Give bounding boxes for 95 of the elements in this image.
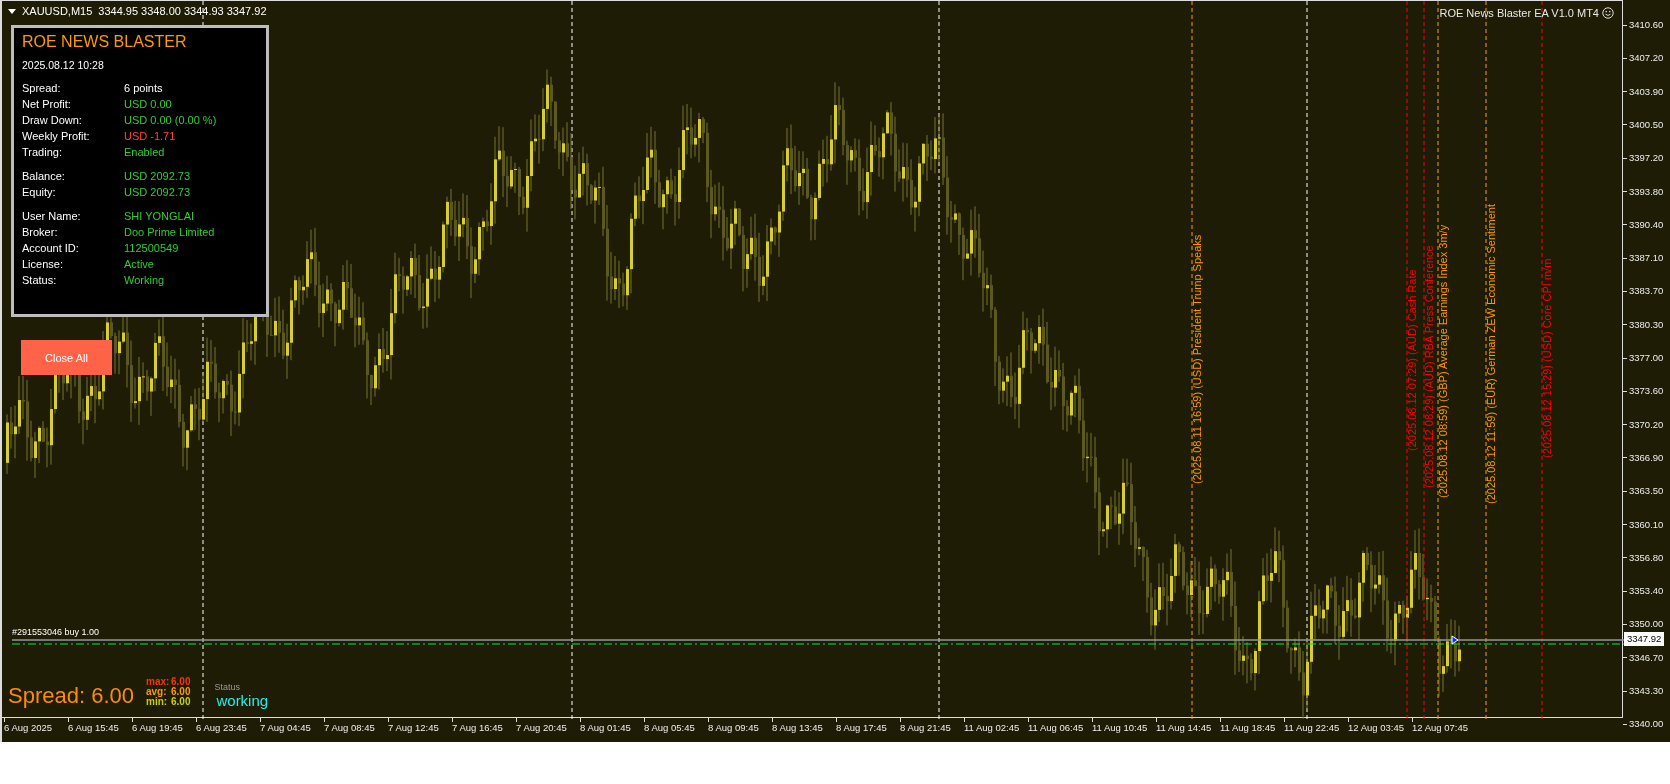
time-axis-label: 6 Aug 15:45 bbox=[68, 722, 120, 734]
price-axis-label: 3377.00 bbox=[1629, 351, 1664, 365]
info-label: Account ID: bbox=[22, 241, 80, 256]
arrow-icon bbox=[1451, 635, 1459, 645]
price-axis-label: 3380.30 bbox=[1629, 317, 1664, 332]
time-axis-label: 7 Aug 16:45 bbox=[452, 722, 504, 734]
time-axis-label: 12 Aug 03:45 bbox=[1348, 722, 1405, 734]
price-axis-label: 3387.10 bbox=[1629, 251, 1664, 266]
price-axis-label: 3373.60 bbox=[1629, 384, 1664, 399]
time-axis-label: 11 Aug 02:45 bbox=[964, 722, 1021, 734]
time-axis-label: 12 Aug 07:45 bbox=[1412, 722, 1469, 734]
news-event-label: (2025.08.12 15:29) (USD) Core CPI m/m bbox=[1541, 258, 1553, 458]
time-axis-label: 6 Aug 23:45 bbox=[196, 722, 248, 734]
time-axis-label: 8 Aug 17:45 bbox=[836, 722, 888, 734]
stat-label: min: bbox=[146, 697, 168, 707]
info-label: Spread: bbox=[22, 81, 62, 96]
time-axis-label: 11 Aug 22:45 bbox=[1284, 722, 1341, 734]
info-label: Broker: bbox=[22, 225, 59, 240]
order-label: #291553046 buy 1.00 bbox=[12, 627, 100, 637]
time-axis-label: 11 Aug 06:45 bbox=[1028, 722, 1085, 734]
smiley-icon[interactable] bbox=[1602, 7, 1614, 19]
status-value: working bbox=[216, 692, 269, 709]
price-axis-label: 3403.90 bbox=[1629, 84, 1664, 99]
time-axis-label: 6 Aug 2025 bbox=[4, 722, 54, 734]
time-axis-label: 8 Aug 05:45 bbox=[644, 722, 696, 734]
spread-reading: Spread: 6.00 bbox=[8, 683, 134, 709]
time-axis-label: 8 Aug 09:45 bbox=[708, 722, 760, 734]
info-value: 112500549 bbox=[124, 241, 179, 256]
info-label: Balance: bbox=[22, 169, 66, 184]
price-axis-label: 3370.20 bbox=[1629, 417, 1664, 432]
stat-label: max: bbox=[146, 677, 168, 687]
info-value: Doo Prime Limited bbox=[124, 225, 215, 240]
news-event-label: (2025.08.12 08:59) (GBP) Average Earnings Index 3m/y bbox=[1437, 224, 1449, 498]
price-axis-label: 3397.20 bbox=[1629, 151, 1664, 166]
info-label: Net Profit: bbox=[22, 97, 72, 112]
price-axis-label: 3410.60 bbox=[1629, 18, 1664, 32]
info-label: Status: bbox=[22, 273, 58, 288]
time-axis-label: 8 Aug 21:45 bbox=[900, 722, 952, 734]
info-value: Enabled bbox=[124, 145, 165, 160]
ea-name: ROE News Blaster EA V1.0 MT4 bbox=[1439, 7, 1599, 19]
info-value: USD 2092.73 bbox=[124, 185, 191, 200]
time-axis-label: 6 Aug 19:45 bbox=[132, 722, 184, 734]
price-axis-label: 3356.80 bbox=[1629, 550, 1664, 565]
info-label: Weekly Profit: bbox=[22, 129, 91, 144]
price-axis-label: 3340.00 bbox=[1629, 717, 1664, 732]
info-value: Working bbox=[124, 273, 165, 288]
news-event-label: (2025.08.12 07:29) (AUD) Cash Rate bbox=[1406, 269, 1418, 451]
stat-value: 6.00 bbox=[171, 687, 191, 697]
info-label: Equity: bbox=[22, 185, 57, 200]
time-axis-label: 8 Aug 13:45 bbox=[772, 722, 824, 734]
price-axis-label: 3400.50 bbox=[1629, 117, 1664, 132]
status-label: Status bbox=[214, 682, 241, 692]
info-value: USD 2092.73 bbox=[124, 169, 191, 184]
info-value: SHI YONGLAI bbox=[124, 209, 195, 224]
price-axis-label: 3366.90 bbox=[1629, 450, 1664, 465]
time-axis-label: 7 Aug 12:45 bbox=[388, 722, 440, 734]
price-axis-label: 3383.70 bbox=[1629, 284, 1664, 299]
news-event-label: (2025.08.11 16:59) (USD) President Trump Speaks bbox=[1191, 234, 1203, 484]
info-label: Draw Down: bbox=[22, 113, 83, 128]
symbol-label: XAUUSD,M15 bbox=[22, 5, 93, 17]
info-value: USD -1.71 bbox=[124, 129, 176, 144]
info-label: License: bbox=[22, 257, 64, 272]
time-axis-label: 7 Aug 08:45 bbox=[324, 722, 376, 734]
dropdown-icon[interactable] bbox=[8, 8, 16, 14]
panel-datetime: 2025.08.12 10:28 bbox=[22, 59, 105, 71]
time-axis-label: 7 Aug 20:45 bbox=[516, 722, 568, 734]
news-event-label: (2025.08.12 08:29) (AUD) RBA Press Conference bbox=[1423, 245, 1435, 488]
info-value: Active bbox=[124, 257, 154, 272]
close-all-button[interactable]: Close All bbox=[21, 340, 112, 375]
info-label: Trading: bbox=[22, 145, 63, 160]
time-axis-label: 7 Aug 04:45 bbox=[260, 722, 312, 734]
time-axis-label: 11 Aug 18:45 bbox=[1220, 722, 1277, 734]
time-axis-label: 11 Aug 10:45 bbox=[1092, 722, 1149, 734]
stat-value: 6.00 bbox=[171, 697, 191, 707]
price-axis-label: 3407.20 bbox=[1629, 51, 1664, 66]
current-price-tag: 3347.92 bbox=[1624, 632, 1665, 646]
price-axis-label: 3363.50 bbox=[1629, 484, 1664, 499]
price-axis-label: 3353.40 bbox=[1629, 584, 1664, 599]
stat-value: 6.00 bbox=[171, 677, 191, 687]
price-axis-label: 3346.70 bbox=[1629, 650, 1664, 665]
info-label: User Name: bbox=[22, 209, 82, 224]
news-event-label: (2025.08.12 11:59) (EUR) German ZEW Economic Sentiment bbox=[1485, 204, 1497, 504]
info-value: USD 0.00 bbox=[124, 97, 172, 112]
price-axis-label: 3393.80 bbox=[1629, 184, 1664, 199]
time-axis-label: 11 Aug 14:45 bbox=[1156, 722, 1213, 734]
stat-label: avg: bbox=[146, 687, 168, 697]
price-axis-label: 3360.10 bbox=[1629, 517, 1664, 532]
price-axis-label: 3343.30 bbox=[1629, 684, 1664, 698]
price-axis-label: 3350.00 bbox=[1629, 617, 1664, 632]
info-value: 6 points bbox=[124, 81, 163, 96]
info-value: USD 0.00 (0.00 %) bbox=[124, 113, 217, 128]
panel-title: ROE NEWS BLASTER bbox=[22, 32, 188, 52]
price-axis-label: 3390.40 bbox=[1629, 217, 1664, 232]
time-axis-label: 8 Aug 01:45 bbox=[580, 722, 632, 734]
quote-values: 3344.95 3348.00 3344.93 3347.92 bbox=[98, 5, 267, 17]
